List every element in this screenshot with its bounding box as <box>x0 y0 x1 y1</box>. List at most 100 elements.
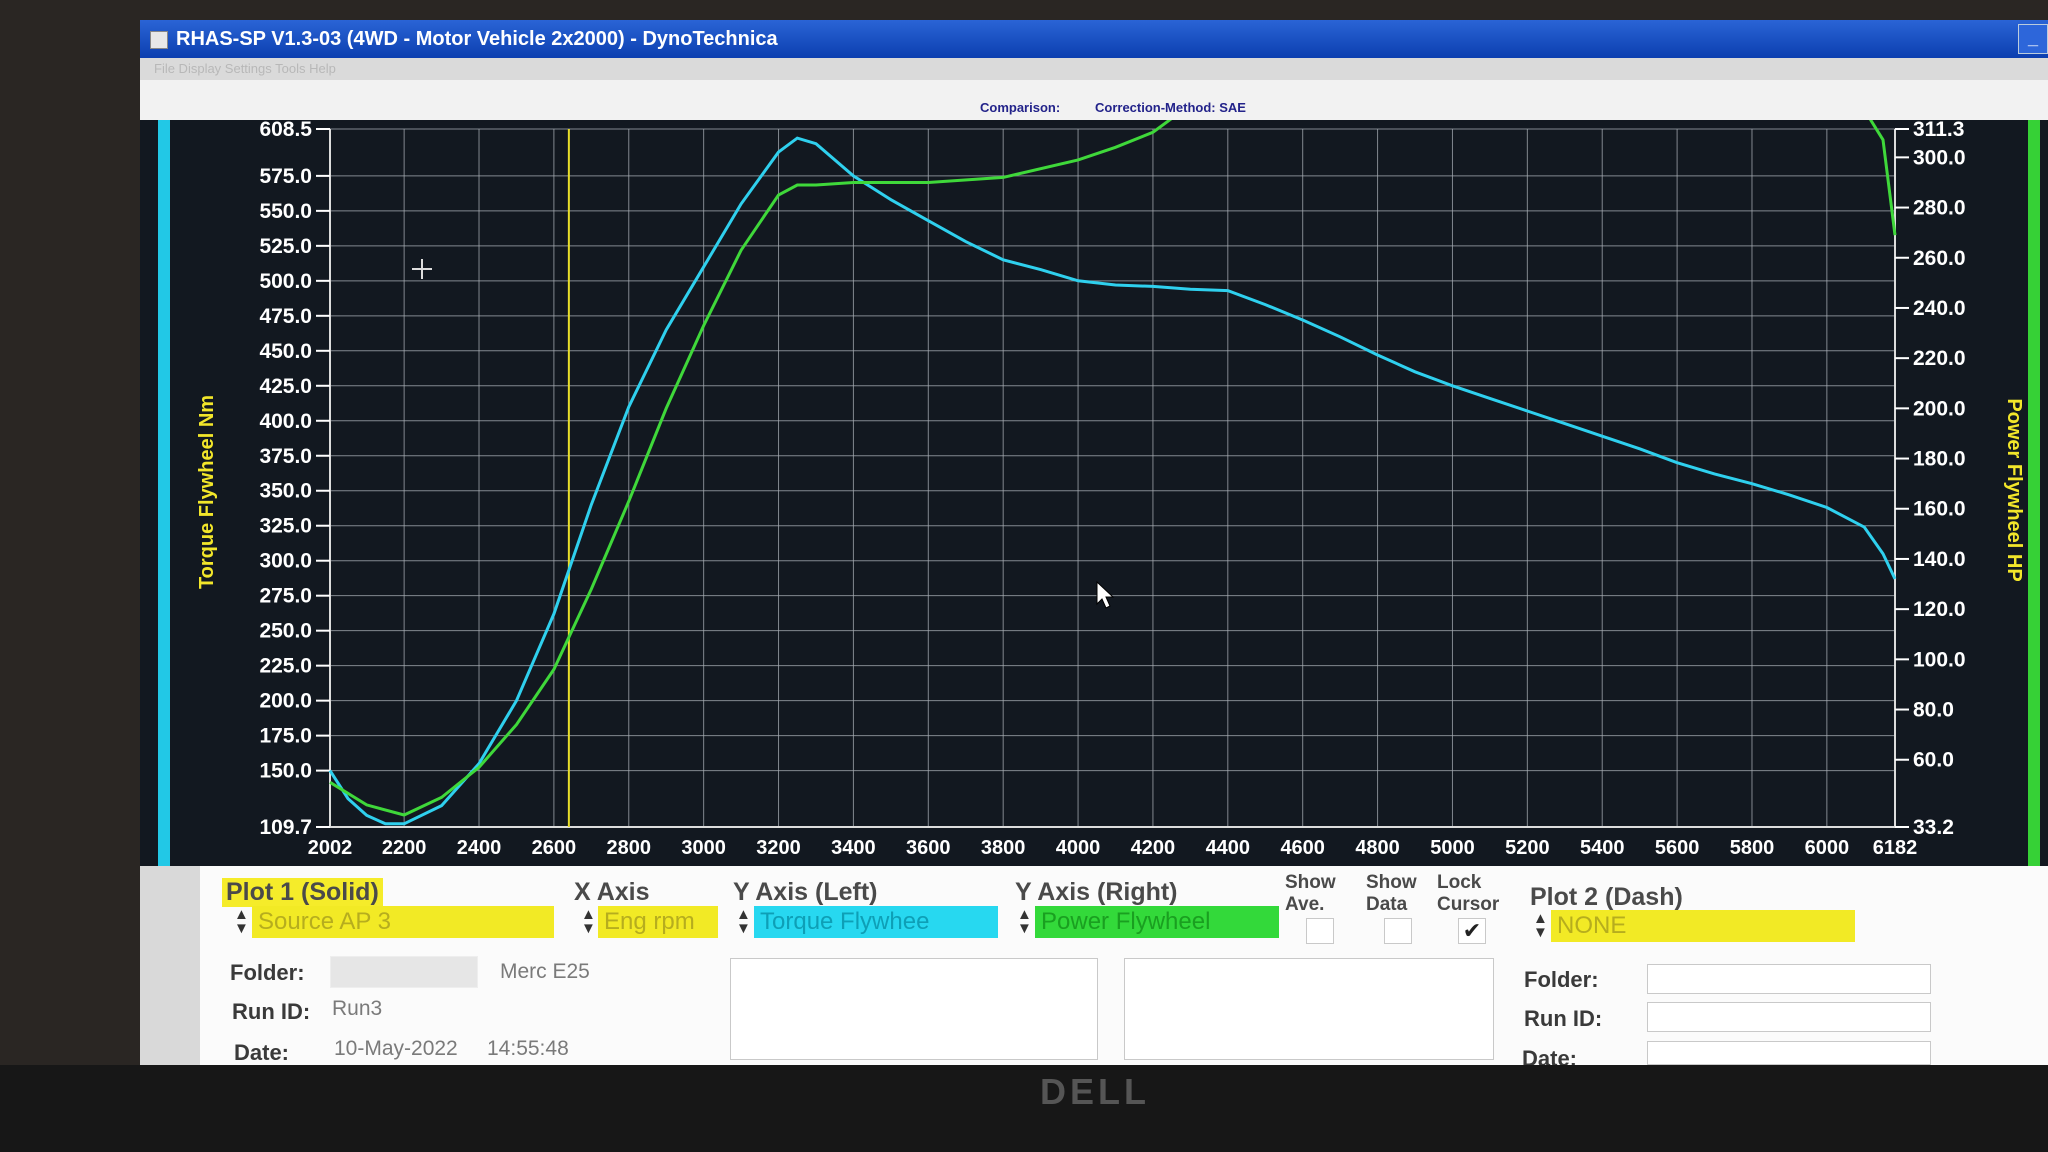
y-right-header: Y Axis (Right) <box>1015 878 1178 906</box>
x-tick-label: 3800 <box>981 837 1025 859</box>
x-tick-label: 4800 <box>1355 837 1400 859</box>
left-tick-label: 350.0 <box>259 480 312 503</box>
x-tick-label: 4000 <box>1056 837 1101 859</box>
x-tick-label: 2002 <box>308 837 353 859</box>
x-axis-select[interactable]: Eng rpm <box>598 906 718 938</box>
plot1-folder-blurred <box>330 956 478 988</box>
lock-cursor-label-line2: Cursor <box>1437 894 1500 915</box>
plot2-run-id-field[interactable] <box>1647 1002 1931 1032</box>
title-bar: RHAS-SP V1.3-03 (4WD - Motor Vehicle 2x2… <box>140 20 2048 58</box>
x-tick-label: 5000 <box>1430 837 1475 859</box>
x-tick-label: 4400 <box>1206 837 1251 859</box>
left-tick-label: 375.0 <box>259 445 312 468</box>
right-tick-label: 311.3 <box>1913 120 1964 141</box>
plot1-folder-value: Merc E25 <box>500 960 590 983</box>
y-left-header: Y Axis (Left) <box>733 878 878 906</box>
app-icon <box>150 30 168 49</box>
right-tick-label: 280.0 <box>1913 197 1966 220</box>
plot2-folder-field[interactable] <box>1647 964 1931 994</box>
chart-background <box>140 120 2048 866</box>
plot1-date-label: Date: <box>234 1040 290 1065</box>
right-tick-label: 220.0 <box>1913 347 1966 370</box>
dyno-chart[interactable]: 608.5 575.0 550.0 525.0 500.0 475.0 450.0 425.0… <box>140 120 2048 866</box>
plot2-date-field[interactable] <box>1647 1041 1931 1065</box>
left-tick-label: 425.0 <box>259 375 312 398</box>
plot2-spinner-icon[interactable]: ▲ ▼ <box>1533 911 1548 940</box>
x-tick-label: 3000 <box>681 837 726 859</box>
right-tick-label: 180.0 <box>1913 448 1966 471</box>
x-tick-label: 5600 <box>1655 837 1700 859</box>
plot2-run-id-label: Run ID: <box>1524 1006 1603 1031</box>
left-tick-label: 150.0 <box>259 760 312 783</box>
x-tick-label: 6182 <box>1873 837 1918 859</box>
right-tick-label: 33.2 <box>1913 816 1954 839</box>
plot1-run-id-label: Run ID: <box>232 999 311 1024</box>
right-tick-label: 160.0 <box>1913 498 1966 521</box>
x-tick-label: 2800 <box>607 837 652 859</box>
show-data-label-line1: Show <box>1366 872 1417 893</box>
lock-cursor-checkbox[interactable]: ✔ <box>1458 918 1486 944</box>
left-tick-label: 325.0 <box>259 515 312 538</box>
left-tick-label: 200.0 <box>259 690 312 713</box>
left-tick-label: 225.0 <box>259 655 312 678</box>
window-title: RHAS-SP V1.3-03 (4WD - Motor Vehicle 2x2… <box>176 28 778 50</box>
notes-box-right[interactable] <box>1124 958 1494 1060</box>
control-panel: Plot 1 (Solid) X Axis Y Axis (Left) Y Ax… <box>200 866 2048 1071</box>
right-tick-label: 80.0 <box>1913 699 1954 722</box>
left-tick-label: 575.0 <box>259 165 312 188</box>
plot1-header: Plot 1 (Solid) <box>222 878 383 907</box>
x-tick-label: 2400 <box>457 837 502 859</box>
chart-header: Comparison: Correction-Method: SAE <box>140 80 2048 122</box>
x-tick-label: 3600 <box>906 837 951 859</box>
source-spinner-icon[interactable]: ▲ ▼ <box>234 907 249 936</box>
x-tick-label: 5400 <box>1580 837 1625 859</box>
left-tick-label: 500.0 <box>259 270 312 293</box>
plot2-select[interactable]: NONE <box>1551 910 1855 942</box>
show-data-label-line2: Data <box>1366 894 1408 915</box>
x-tick-label: 3200 <box>756 837 801 859</box>
menu-bar[interactable]: File Display Settings Tools Help <box>140 58 2048 80</box>
x-axis-spinner-icon[interactable]: ▲ ▼ <box>581 907 596 936</box>
left-tick-label: 109.7 <box>259 816 312 839</box>
comparison-label: Comparison: <box>980 100 1061 115</box>
monitor-brand-logo: DELL <box>1040 1071 1150 1112</box>
right-tick-label: 240.0 <box>1913 297 1966 320</box>
show-data-checkbox[interactable] <box>1384 918 1412 944</box>
right-tick-label: 140.0 <box>1913 548 1966 571</box>
plot1-date-value: 10-May-2022 <box>334 1037 458 1060</box>
plot1-folder-label: Folder: <box>230 960 305 985</box>
show-ave-checkbox[interactable] <box>1306 918 1334 944</box>
plot1-run-id-value: Run3 <box>332 997 383 1020</box>
plot1-time-value: 14:55:48 <box>487 1037 569 1060</box>
left-tick-label: 175.0 <box>259 725 312 748</box>
right-tick-label: 100.0 <box>1913 648 1966 671</box>
y-left-select[interactable]: Torque Flywhee <box>754 906 998 938</box>
x-tick-label: 6000 <box>1805 837 1850 859</box>
source-select[interactable]: Source AP 3 <box>252 906 554 938</box>
x-tick-label: 2200 <box>382 837 427 859</box>
right-tick-label: 200.0 <box>1913 397 1966 420</box>
left-tick-label: 608.5 <box>259 120 312 141</box>
left-axis-strip <box>158 120 170 866</box>
plot2-folder-label: Folder: <box>1524 967 1599 992</box>
minimize-button[interactable]: _ <box>2018 24 2048 54</box>
y-right-select[interactable]: Power Flywheel <box>1035 906 1279 938</box>
plot2-header: Plot 2 (Dash) <box>1530 883 1683 911</box>
y-right-spinner-icon[interactable]: ▲ ▼ <box>1017 907 1032 936</box>
left-axis-label: Torque Flywheel Nm <box>196 395 218 589</box>
left-tick-label: 275.0 <box>259 585 312 608</box>
left-tick-label: 450.0 <box>259 340 312 363</box>
right-tick-label: 120.0 <box>1913 598 1966 621</box>
right-tick-label: 60.0 <box>1913 749 1954 772</box>
y-left-spinner-icon[interactable]: ▲ ▼ <box>736 907 751 936</box>
show-ave-label-line2: Ave. <box>1285 894 1325 915</box>
left-tick-label: 400.0 <box>259 410 312 433</box>
x-tick-label: 3400 <box>831 837 876 859</box>
left-tick-label: 525.0 <box>259 235 312 258</box>
monitor-bezel: DELL <box>0 1065 2048 1152</box>
lock-cursor-label-line1: Lock <box>1437 872 1482 893</box>
x-tick-label: 2600 <box>532 837 577 859</box>
right-axis-strip <box>2028 120 2040 866</box>
notes-box-left[interactable] <box>730 958 1098 1060</box>
x-tick-label: 4200 <box>1131 837 1176 859</box>
